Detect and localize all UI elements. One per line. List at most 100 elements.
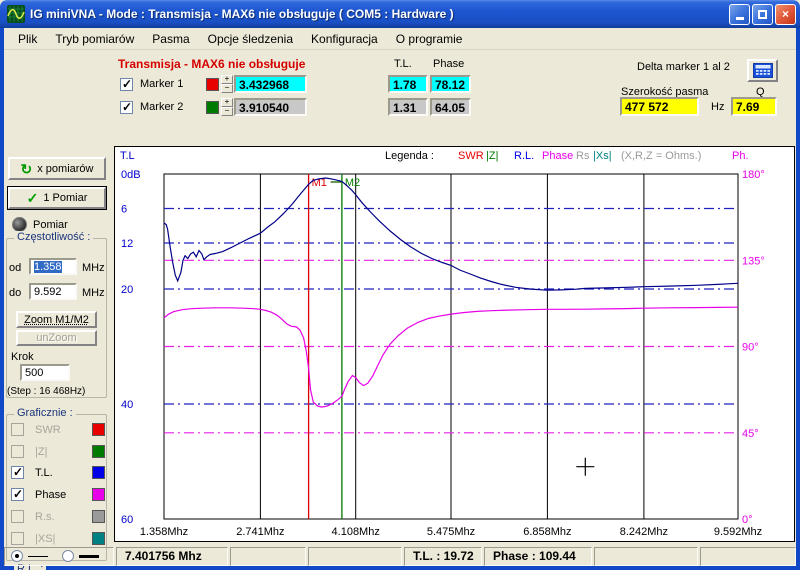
swr-checkbox[interactable]: ✓	[11, 423, 24, 436]
client-area: Transmisja - MAX6 nie obsługuje ✓ Marker…	[4, 50, 796, 562]
zoom-m1-m2-button[interactable]: Zoom M1/M2	[16, 311, 97, 328]
xs-checkbox[interactable]: ✓	[11, 532, 24, 545]
trace-row-phase[interactable]: ✓ Phase	[11, 488, 105, 501]
step-note: (Step : 16 468Hz)	[7, 386, 85, 397]
freq-to-field[interactable]: 9.592	[29, 283, 77, 300]
graph-group-title: Graficznie :	[14, 407, 76, 419]
status-cell-0	[4, 547, 114, 566]
marker2-color-swatch	[206, 101, 219, 114]
menu-opcje-sledzenia[interactable]: Opcje śledzenia	[200, 30, 301, 48]
z-color-swatch	[92, 445, 105, 458]
freq-from-label: od	[9, 262, 21, 274]
swr-color-swatch	[92, 423, 105, 436]
menu-pasma[interactable]: Pasma	[144, 30, 197, 48]
window-title: IG miniVNA - Mode : Transmisja - MAX6 ni…	[30, 7, 454, 21]
tl-label: T.L.	[35, 467, 53, 479]
trace-row-z[interactable]: ✓ |Z|	[11, 445, 105, 458]
marker2-checkbox[interactable]: ✓	[120, 101, 133, 114]
right-tick-label: 0°	[742, 514, 753, 526]
multi-measure-label: x pomiarów	[37, 163, 93, 175]
unzoom-button[interactable]: unZoom	[16, 330, 97, 346]
close-button[interactable]: ×	[775, 4, 796, 25]
frequency-group-title: Częstotliwość :	[14, 231, 93, 243]
rs-label: R.s.	[35, 511, 55, 523]
hz-unit-label: Hz	[711, 101, 724, 113]
freq-from-value: 1.358	[34, 261, 62, 273]
step-value: 500	[25, 367, 43, 379]
z-checkbox[interactable]: ✓	[11, 445, 24, 458]
delta-marker-title: Delta marker 1 al 2	[637, 61, 730, 73]
xs-color-swatch	[92, 532, 105, 545]
menu-o-programie[interactable]: O programie	[388, 30, 471, 48]
legend-title: Legenda :	[385, 150, 434, 162]
freq-from-unit: MHz	[82, 262, 105, 274]
step-label: Krok	[11, 351, 34, 363]
left-tick-label: 40	[121, 399, 133, 411]
x-tick-label: 1.358Mhz	[140, 526, 188, 538]
status-cell-tl: T.L. : 19.72	[404, 547, 482, 566]
step-field[interactable]: 500	[20, 364, 70, 381]
trace-row-xs[interactable]: ✓ |XS|	[11, 532, 105, 545]
trace-row-rs[interactable]: ✓ R.s.	[11, 510, 105, 523]
right-tick-label: 180°	[742, 169, 765, 181]
menu-plik[interactable]: Plik	[10, 30, 45, 48]
zoom-button-label: Zoom M1/M2	[24, 314, 89, 326]
swr-label: SWR	[35, 424, 61, 436]
legend-item-rs: Rs	[576, 150, 589, 162]
marker2-row: ✓ Marker 2 +− 3.910540	[120, 98, 307, 116]
right-tick-label: 45°	[742, 428, 759, 440]
freq-from-field[interactable]: 1.358	[29, 258, 77, 275]
xs-label: |XS|	[35, 533, 55, 545]
phase-checkbox[interactable]: ✓	[11, 488, 24, 501]
legend-item-xs: |Xs|	[593, 150, 612, 162]
left-tick-label: 20	[121, 284, 133, 296]
marker2-freq-field[interactable]: 3.910540	[234, 98, 307, 116]
trace-row-tl[interactable]: ✓ T.L.	[11, 466, 105, 479]
left-tick-label: 60	[121, 514, 133, 526]
top-panel: Transmisja - MAX6 nie obsługuje ✓ Marker…	[4, 50, 796, 146]
marker2-spinner[interactable]: +−	[221, 98, 233, 116]
menu-konfiguracja[interactable]: Konfiguracja	[303, 30, 386, 48]
right-tick-label: 90°	[742, 342, 759, 354]
marker2-tl-value: 1.31	[388, 98, 428, 116]
marker2-label: Marker 2	[140, 101, 198, 113]
tl-checkbox[interactable]: ✓	[11, 466, 24, 479]
sidebar: ↻ x pomiarów ✓ 1 Pomiar Pomiar Częstotli…	[4, 146, 116, 546]
right-tick-label: 135°	[742, 255, 765, 267]
left-tick-label: 12	[121, 238, 133, 250]
bandwidth-value: 477 572	[620, 97, 699, 116]
calculator-button[interactable]	[747, 59, 778, 82]
left-axis-title: T.L	[120, 150, 135, 162]
check-icon: ✓	[27, 192, 39, 204]
marker1-freq-field[interactable]: 3.432968	[234, 75, 307, 93]
marker1-spinner[interactable]: +−	[221, 75, 233, 93]
app-icon	[7, 5, 25, 23]
menu-tryb-pomiarow[interactable]: Tryb pomiarów	[47, 30, 142, 48]
status-cell-7	[700, 547, 796, 566]
x-tick-label: 6.858Mhz	[523, 526, 571, 538]
legend-item-z: |Z|	[486, 150, 498, 162]
minimize-button[interactable]	[729, 4, 750, 25]
maximize-button[interactable]	[752, 4, 773, 25]
freq-to-unit: MHz	[82, 287, 105, 299]
chart-plot[interactable]: 1.358Mhz2.741Mhz4.108Mhz5.475Mhz6.858Mhz…	[115, 147, 794, 541]
legend-item-ohms-note: (X,R,Z = Ohms.)	[621, 150, 701, 162]
multi-measure-button[interactable]: ↻ x pomiarów	[8, 157, 106, 180]
marker1-checkbox[interactable]: ✓	[120, 78, 133, 91]
single-measure-button[interactable]: ✓ 1 Pomiar	[8, 187, 106, 209]
app-window: IG miniVNA - Mode : Transmisja - MAX6 ni…	[0, 0, 800, 570]
marker1-color-swatch	[206, 78, 219, 91]
x-tick-label: 2.741Mhz	[236, 526, 284, 538]
freq-to-value: 9.592	[34, 286, 62, 298]
refresh-icon: ↻	[21, 163, 33, 175]
x-tick-label: 4.108Mhz	[332, 526, 380, 538]
phase-label: Phase	[35, 489, 66, 501]
menu-bar: Plik Tryb pomiarów Pasma Opcje śledzenia…	[4, 28, 796, 50]
measure-led-indicator	[12, 217, 27, 232]
marker1-phase-value: 78.12	[430, 75, 471, 93]
rs-checkbox[interactable]: ✓	[11, 510, 24, 523]
trace-row-swr[interactable]: ✓ SWR	[11, 423, 105, 436]
marker1-row: ✓ Marker 1 +− 3.432968	[120, 75, 307, 93]
q-value: 7.69	[731, 97, 777, 116]
chart-panel: T.L Legenda : SWR |Z| R.L. Phase Rs |Xs|…	[114, 146, 795, 542]
